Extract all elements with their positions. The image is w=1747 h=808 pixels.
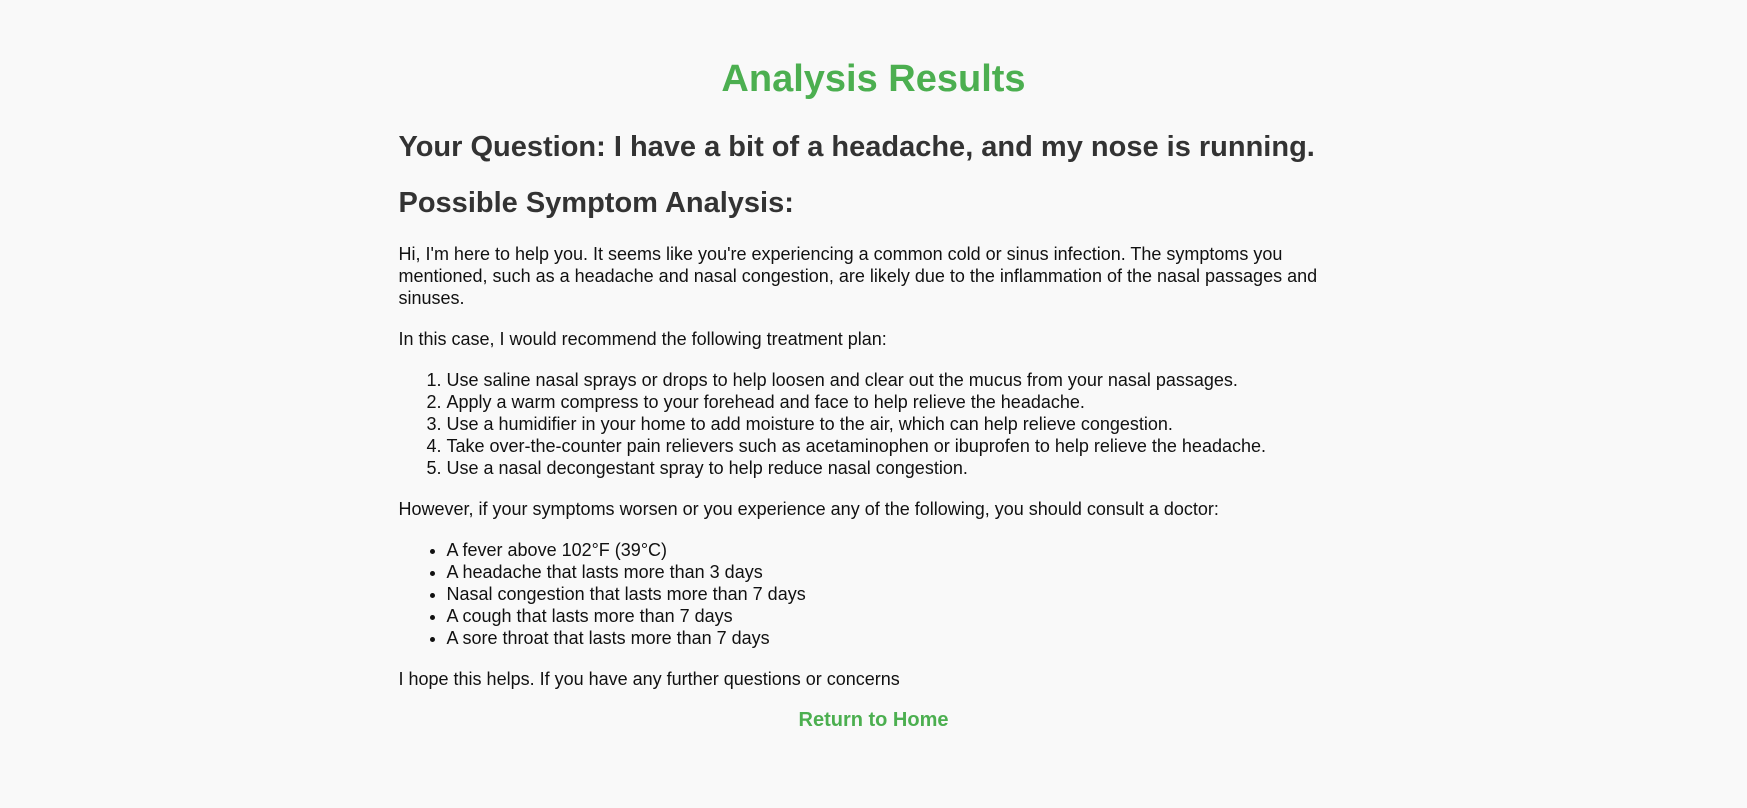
doctor-intro: However, if your symptoms worsen or you … (398, 499, 1219, 519)
analysis-heading: Possible Symptom Analysis: (398, 187, 794, 219)
warning-sign-item: A fever above 102°F (39°C) (447, 539, 1349, 561)
treatment-step: Use a humidifier in your home to add moi… (447, 413, 1349, 435)
closing-paragraph: I hope this helps. If you have any furth… (398, 669, 900, 689)
warning-sign-item: A sore throat that lasts more than 7 day… (447, 627, 1349, 649)
warning-sign-item: A headache that lasts more than 3 days (447, 561, 1349, 583)
treatment-step: Use a nasal decongestant spray to help r… (447, 457, 1349, 479)
treatment-step: Use saline nasal sprays or drops to help… (447, 369, 1349, 391)
results-container: Analysis Results Your Question: I have a… (399, 0, 1349, 733)
treatment-step: Apply a warm compress to your forehead a… (447, 391, 1349, 413)
intro-paragraph: Hi, I'm here to help you. It seems like … (398, 244, 1318, 308)
page-title: Analysis Results (721, 58, 1026, 100)
warning-signs-list: A fever above 102°F (39°C) A headache th… (399, 539, 1349, 649)
question-heading: Your Question: I have a bit of a headach… (398, 131, 1315, 163)
treatment-intro: In this case, I would recommend the foll… (398, 329, 887, 349)
treatment-list: Use saline nasal sprays or drops to help… (399, 369, 1349, 479)
warning-sign-item: A cough that lasts more than 7 days (447, 605, 1349, 627)
treatment-step: Take over-the-counter pain relievers suc… (447, 435, 1349, 457)
return-home-link[interactable]: Return to Home (399, 707, 1349, 733)
warning-sign-item: Nasal congestion that lasts more than 7 … (447, 583, 1349, 605)
